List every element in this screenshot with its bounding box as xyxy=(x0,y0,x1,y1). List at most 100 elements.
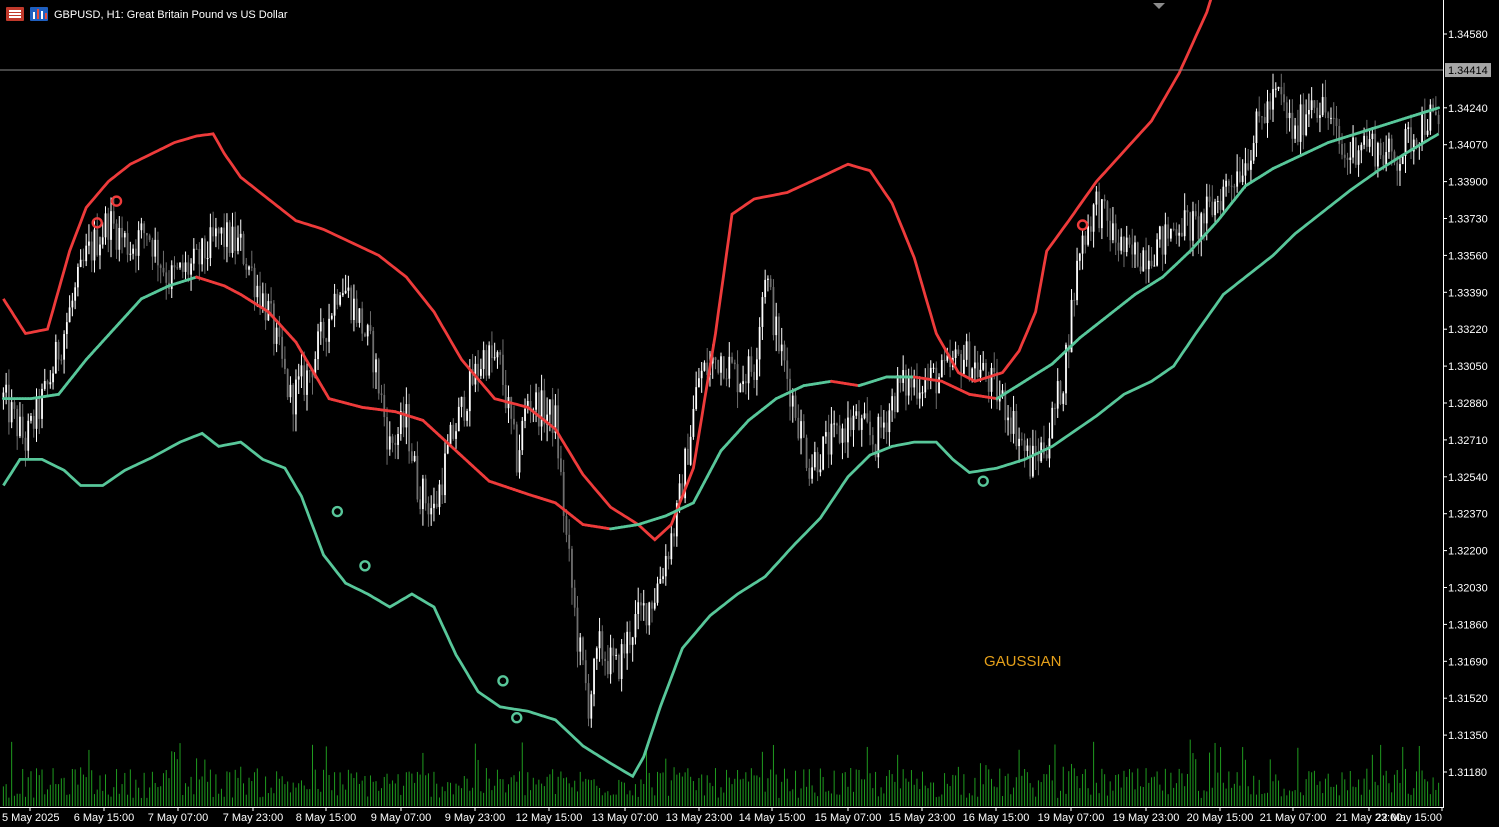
chart-menu-icon[interactable] xyxy=(6,7,24,21)
candle-body xyxy=(1426,130,1429,135)
candle-body xyxy=(1332,117,1335,119)
candle-body xyxy=(518,450,521,473)
candle-body xyxy=(1031,445,1034,477)
candle-body xyxy=(869,421,871,436)
candle-body xyxy=(1296,125,1299,142)
candle-body xyxy=(154,239,157,257)
candle-body xyxy=(10,402,13,423)
candle-body xyxy=(979,369,982,378)
candle-body xyxy=(1145,250,1147,270)
candle-body xyxy=(882,422,885,428)
candle-body xyxy=(1169,228,1172,239)
candle-body xyxy=(576,607,579,652)
candle-body xyxy=(664,556,667,577)
candle-body xyxy=(1327,112,1330,119)
candle-body xyxy=(1316,107,1319,118)
candle-body xyxy=(811,467,813,479)
candle-body xyxy=(1330,117,1332,119)
candle-body xyxy=(753,371,756,380)
candle-body xyxy=(1194,211,1197,217)
candle-body xyxy=(573,587,576,608)
price-tick-label: 1.33050 xyxy=(1448,361,1488,373)
candle-body xyxy=(270,301,273,304)
candle-body xyxy=(667,556,670,560)
candle-body xyxy=(1018,438,1020,447)
candle-body xyxy=(1338,126,1341,145)
time-tick-label: 7 May 23:00 xyxy=(223,812,284,824)
candle-body xyxy=(16,408,19,437)
candle-body xyxy=(772,287,775,336)
candle-body xyxy=(228,222,231,253)
candle-body xyxy=(1123,236,1125,253)
candle-body xyxy=(598,631,601,649)
candle-body xyxy=(256,285,259,298)
candle-body xyxy=(21,416,24,438)
candle-body xyxy=(656,583,659,603)
candle-body xyxy=(841,428,844,443)
candle-body xyxy=(720,356,722,373)
candle-body xyxy=(1272,89,1274,110)
candle-body xyxy=(187,262,190,275)
bar-chart-icon[interactable] xyxy=(30,7,48,21)
candle-body xyxy=(1150,260,1153,267)
candle-body xyxy=(452,424,455,439)
time-tick-label: 13 May 23:00 xyxy=(666,812,733,824)
candle-body xyxy=(560,458,562,472)
candle-body xyxy=(1357,150,1360,165)
candle-body xyxy=(808,467,811,479)
candle-body xyxy=(74,287,77,301)
candle-body xyxy=(725,378,728,380)
candle-body xyxy=(1015,410,1018,447)
price-chart[interactable]: 1.34414 1.34580 1.34240 1.34070 1.33900 1.33… xyxy=(0,0,1499,827)
candle-body xyxy=(609,647,612,675)
candle-body xyxy=(905,370,907,396)
candle-body xyxy=(35,396,38,429)
candle-body xyxy=(747,356,750,384)
candle-body xyxy=(85,245,88,262)
candle-body xyxy=(1078,253,1081,261)
candle-body xyxy=(1153,265,1156,267)
candle-body xyxy=(968,341,971,381)
candle-body xyxy=(1054,407,1056,409)
candle-body xyxy=(1335,118,1338,127)
candle-body xyxy=(383,395,386,418)
candle-body xyxy=(394,442,397,445)
candle-body xyxy=(985,362,987,378)
candle-body xyxy=(1360,144,1363,151)
candle-body xyxy=(1045,454,1048,459)
candle-body xyxy=(1164,224,1167,255)
candle-body xyxy=(802,421,805,438)
candle-body xyxy=(1429,104,1432,131)
candle-body xyxy=(1178,232,1181,236)
candle-body xyxy=(1434,111,1437,115)
time-tick-label: 15 May 07:00 xyxy=(815,812,882,824)
candle-body xyxy=(689,436,692,465)
candle-body xyxy=(698,378,700,388)
price-tick-label: 1.32370 xyxy=(1448,509,1488,521)
candle-body xyxy=(1388,138,1390,153)
candle-body xyxy=(223,227,226,247)
candle-body xyxy=(651,602,653,609)
candle-body xyxy=(386,417,388,450)
candle-body xyxy=(1009,417,1012,434)
candle-body xyxy=(703,362,706,371)
candle-body xyxy=(1365,135,1368,147)
candle-body xyxy=(976,362,979,378)
candle-body xyxy=(460,396,463,407)
candle-body xyxy=(731,356,733,363)
symbol-title: GBPUSD, H1: Great Britain Pound vs US Do… xyxy=(54,9,288,21)
candle-body xyxy=(896,375,899,413)
candle-body xyxy=(1437,114,1440,125)
candle-body xyxy=(90,241,93,261)
candle-body xyxy=(1214,201,1216,216)
candle-body xyxy=(1423,113,1426,135)
price-tick-label: 1.34070 xyxy=(1448,140,1488,152)
candle-body xyxy=(8,384,10,423)
candle-body xyxy=(1390,138,1393,152)
candle-body xyxy=(295,379,297,415)
candle-body xyxy=(19,416,21,437)
candle-body xyxy=(797,417,800,439)
candle-body xyxy=(929,367,932,379)
candle-body xyxy=(68,307,71,323)
candle-body xyxy=(364,333,366,337)
